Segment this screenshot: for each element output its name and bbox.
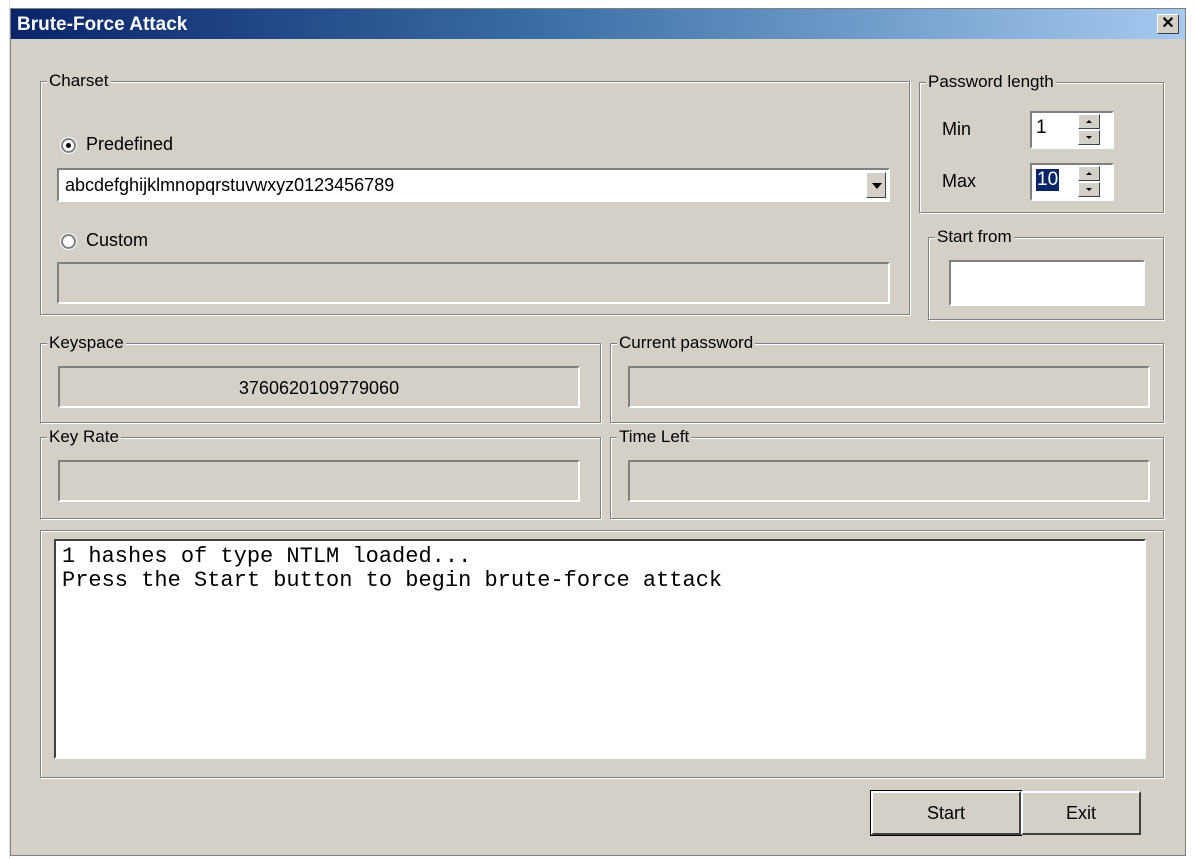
predefined-radio[interactable]: [61, 138, 76, 153]
min-spinner[interactable]: [1078, 114, 1100, 145]
min-label: Min: [942, 119, 972, 139]
min-spin-up-button[interactable]: [1078, 114, 1100, 129]
password-length-legend: Password length: [926, 72, 1056, 92]
start-from-legend: Start from: [935, 227, 1014, 247]
brute-force-dialog: Brute-Force Attack ✕ Charset Predefined …: [10, 8, 1186, 856]
log-line: 1 hashes of type NTLM loaded...: [62, 544, 472, 569]
arrow-up-icon: [1086, 172, 1092, 175]
current-password-legend: Current password: [617, 333, 756, 353]
close-button[interactable]: ✕: [1157, 14, 1179, 34]
exit-button[interactable]: Exit: [1021, 791, 1141, 835]
time-left-legend: Time Left: [617, 427, 692, 447]
chevron-down-icon: [872, 183, 882, 189]
charset-dropdown[interactable]: abcdefghijklmnopqrstuvwxyz0123456789: [57, 168, 890, 202]
max-spin-down-button[interactable]: [1078, 182, 1100, 197]
custom-radio[interactable]: [61, 234, 76, 249]
max-label: Max: [942, 171, 977, 191]
max-length-value: 10: [1036, 169, 1060, 191]
key-rate-group: Key Rate: [40, 427, 601, 519]
key-rate-field: [58, 460, 580, 502]
time-left-field: [628, 460, 1150, 502]
max-spin-up-button[interactable]: [1078, 166, 1100, 181]
time-left-group: Time Left: [610, 427, 1164, 519]
window-title: Brute-Force Attack: [17, 14, 188, 35]
min-spin-down-button[interactable]: [1078, 130, 1100, 145]
key-rate-legend: Key Rate: [47, 427, 121, 447]
start-from-input[interactable]: [949, 260, 1145, 306]
charset-group: Charset Predefined abcdefghijklmnopqrstu…: [40, 71, 910, 315]
charset-legend: Charset: [47, 71, 111, 91]
current-password-field: [628, 366, 1150, 408]
keyspace-group: Keyspace 3760620109779060: [40, 333, 601, 423]
arrow-down-icon: [1086, 188, 1092, 191]
max-spinner[interactable]: [1078, 166, 1100, 197]
background-strip: [0, 0, 10, 859]
arrow-up-icon: [1086, 120, 1092, 123]
keyspace-legend: Keyspace: [47, 333, 126, 353]
radio-selected-dot: [66, 143, 71, 148]
min-length-value: 1: [1036, 117, 1047, 138]
start-from-group: Start from: [928, 227, 1164, 320]
min-length-field[interactable]: 1: [1030, 111, 1114, 149]
log-output[interactable]: 1 hashes of type NTLM loaded... Press the…: [54, 539, 1146, 759]
max-length-field[interactable]: 10: [1030, 163, 1114, 201]
start-button[interactable]: Start: [870, 790, 1022, 836]
title-bar[interactable]: Brute-Force Attack ✕: [11, 9, 1185, 39]
predefined-label[interactable]: Predefined: [86, 134, 173, 155]
charset-dropdown-value: abcdefghijklmnopqrstuvwxyz0123456789: [65, 175, 395, 195]
close-icon: ✕: [1161, 15, 1175, 32]
keyspace-field: 3760620109779060: [58, 366, 580, 408]
log-line: Press the Start button to begin brute-fo…: [62, 568, 723, 593]
arrow-down-icon: [1086, 136, 1092, 139]
password-length-group: Password length Min 1 Max 10: [919, 72, 1164, 213]
keyspace-value: 3760620109779060: [238, 378, 400, 398]
custom-label[interactable]: Custom: [86, 230, 148, 251]
custom-charset-field[interactable]: [57, 262, 890, 304]
current-password-group: Current password: [610, 333, 1164, 423]
dropdown-button[interactable]: [866, 172, 886, 198]
